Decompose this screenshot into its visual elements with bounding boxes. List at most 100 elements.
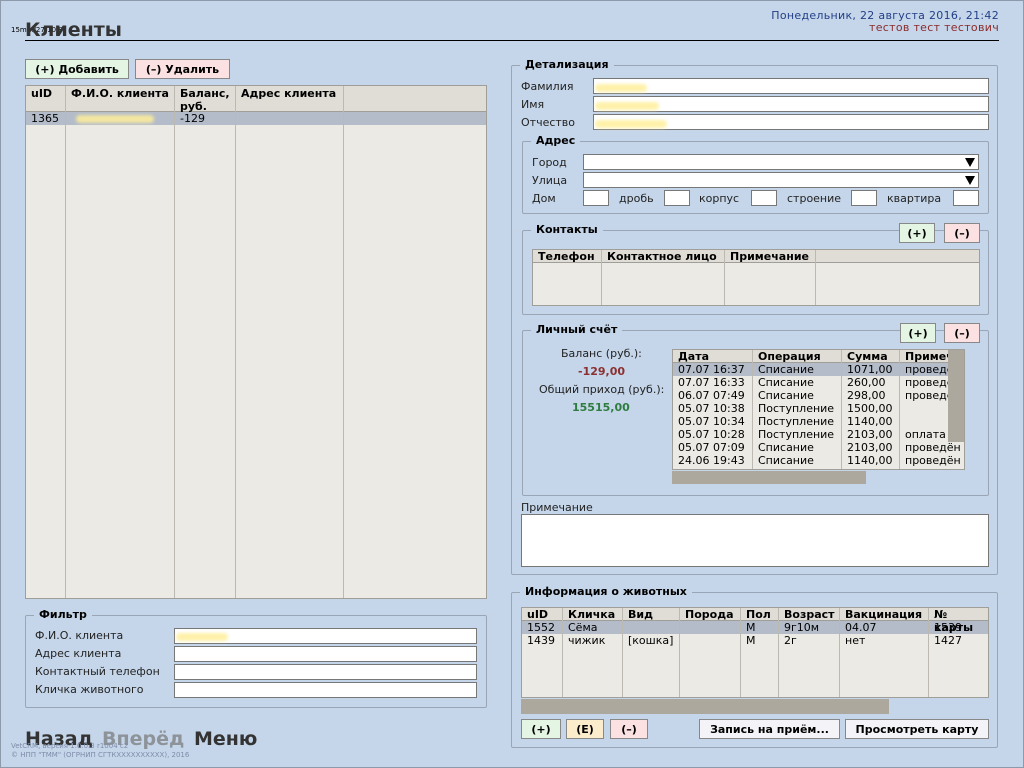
delete-contact-button[interactable]: (–) [944,223,980,243]
animal-cell-vacc[interactable]: нет [845,634,865,647]
col-animal-sex[interactable]: Пол [746,608,771,621]
col-animal-vacc[interactable]: Вакцинация [845,608,922,621]
col-animal-breed[interactable]: Порода [685,608,734,621]
transaction-cell-op[interactable]: Поступление [758,428,834,441]
transaction-cell-op[interactable]: Списание [758,363,814,376]
col-animal-age[interactable]: Возраст [784,608,835,621]
street-select[interactable] [583,172,979,188]
transaction-cell-date[interactable]: 05.07 10:28 [678,428,745,441]
apartment-input[interactable] [953,190,979,206]
transaction-cell-date[interactable]: 24.06 19:43 [678,454,745,467]
animal-cell-age[interactable]: 2г [784,634,797,647]
animal-cell-card[interactable]: 1427 [934,634,962,647]
col-operation[interactable]: Операция [758,350,821,363]
transactions-table[interactable]: Дата Операция Сумма Примечание 07.07 16:… [672,349,965,470]
contacts-table[interactable]: Телефон Контактное лицо Примечание [532,249,980,306]
transaction-cell-date[interactable]: 07.07 16:33 [678,376,745,389]
col-animal-uid[interactable]: uID [527,608,548,621]
col-balance[interactable]: Баланс, руб. [180,87,236,113]
delete-transaction-button[interactable]: (–) [944,323,980,343]
income-label: Общий приход (руб.): [539,383,665,396]
street-label: Улица [532,174,568,187]
col-contact-person[interactable]: Контактное лицо [607,250,717,263]
transaction-cell-sum[interactable]: 2150,00 [847,467,893,469]
redacted-surname [595,84,647,92]
building-input[interactable] [751,190,777,206]
transaction-cell-op[interactable]: Списание [758,389,814,402]
delete-animal-button[interactable]: (–) [610,719,648,739]
add-client-button[interactable]: (+) Добавить [25,59,129,79]
transaction-cell-op[interactable]: Поступление [758,402,834,415]
appointment-button[interactable]: Запись на приём... [699,719,840,739]
col-date[interactable]: Дата [678,350,709,363]
menu-button[interactable]: Меню [194,728,257,750]
add-contact-button[interactable]: (+) [899,223,935,243]
filter-phone-input[interactable] [174,664,477,680]
surname-input[interactable] [593,78,989,94]
animal-cell-uid[interactable]: 1552 [527,621,555,634]
animals-table[interactable]: uID Кличка Вид Порода Пол Возраст Вакцин… [521,607,989,698]
animals-horizontal-scrollbar[interactable] [521,699,889,714]
structure-input[interactable] [851,190,877,206]
details-group: Детализация Фамилия Имя Отчество Адрес Г… [511,58,998,575]
transaction-cell-sum[interactable]: 2103,00 [847,428,893,441]
transaction-cell-date[interactable]: 06.07 07:49 [678,389,745,402]
transaction-cell-op[interactable]: Поступление [758,467,834,469]
transaction-cell-sum[interactable]: 1071,00 [847,363,893,376]
transaction-cell-note[interactable]: проведён [905,454,961,467]
transaction-cell-sum[interactable]: 1500,00 [847,402,893,415]
name-label: Имя [521,98,545,111]
animal-cell-name[interactable]: чижик [568,634,605,647]
view-card-button[interactable]: Просмотреть карту [845,719,989,739]
transaction-cell-date[interactable]: 05.07 07:09 [678,441,745,454]
transaction-cell-sum[interactable]: 260,00 [847,376,886,389]
col-fio[interactable]: Ф.И.О. клиента [71,87,169,100]
table-row-uid[interactable]: 1365 [31,112,59,125]
col-animal-kind[interactable]: Вид [628,608,653,621]
current-user: тестов тест тестович [869,21,999,34]
table-row-balance[interactable]: -129 [180,112,205,125]
col-address[interactable]: Адрес клиента [241,87,336,100]
city-select[interactable] [583,154,979,170]
version-text: VetCRM, версия 1.0.0.3 r1004 c2 [11,742,129,750]
transaction-cell-note[interactable]: проведён [905,441,961,454]
col-animal-name[interactable]: Кличка [568,608,615,621]
transaction-cell-op[interactable]: Списание [758,441,814,454]
transaction-cell-sum[interactable]: 1140,00 [847,454,893,467]
delete-client-button[interactable]: (–) Удалить [135,59,230,79]
animal-cell-uid[interactable]: 1439 [527,634,555,647]
transaction-cell-date[interactable]: 17.06 18:40 [678,467,745,469]
add-animal-button[interactable]: (+) [521,719,561,739]
col-phone[interactable]: Телефон [538,250,595,263]
add-transaction-button[interactable]: (+) [900,323,936,343]
transaction-cell-op[interactable]: Поступление [758,415,834,428]
filter-pet-input[interactable] [174,682,477,698]
transaction-cell-date[interactable]: 05.07 10:34 [678,415,745,428]
transaction-cell-date[interactable]: 05.07 10:38 [678,402,745,415]
animal-cell-sex[interactable]: М [746,621,756,634]
transaction-cell-date[interactable]: 07.07 16:37 [678,363,745,376]
transaction-cell-sum[interactable]: 2103,00 [847,441,893,454]
col-contact-note[interactable]: Примечание [730,250,809,263]
animal-cell-age[interactable]: 9г10м [784,621,819,634]
filter-address-input[interactable] [174,646,477,662]
transaction-cell-sum[interactable]: 1140,00 [847,415,893,428]
vertical-scrollbar[interactable] [948,350,964,442]
transaction-cell-op[interactable]: Списание [758,376,814,389]
edit-animal-button[interactable]: (E) [566,719,604,739]
fraction-input[interactable] [664,190,690,206]
transaction-cell-op[interactable]: Списание [758,454,814,467]
col-uid[interactable]: uID [31,87,52,100]
note-textarea[interactable] [521,514,989,567]
animal-cell-kind[interactable]: [кошка] [628,634,673,647]
horizontal-scrollbar[interactable] [672,471,866,484]
animal-cell-vacc[interactable]: 04.07 [845,621,877,634]
house-input[interactable] [583,190,609,206]
animal-cell-name[interactable]: Сёма [568,621,598,634]
clients-table[interactable]: uID Ф.И.О. клиента Баланс, руб. Адрес кл… [25,85,487,599]
filter-pet-label: Кличка животного [35,683,144,696]
transaction-cell-sum[interactable]: 298,00 [847,389,886,402]
col-sum[interactable]: Сумма [847,350,888,363]
animal-cell-card[interactable]: 1539 [934,621,962,634]
animal-cell-sex[interactable]: М [746,634,756,647]
